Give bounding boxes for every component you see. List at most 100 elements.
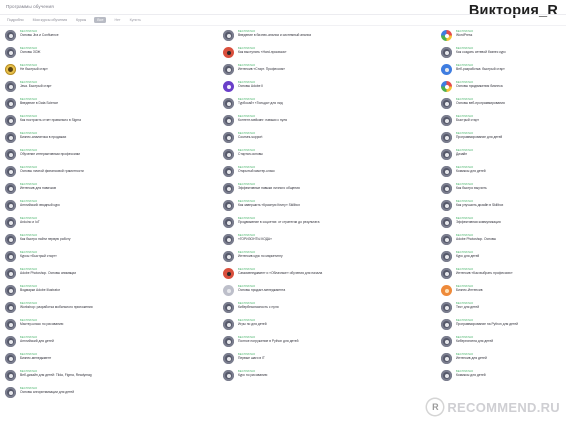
course-item[interactable]: БЕСПЛАТНО Как быстро найти первую работу (5, 232, 175, 249)
course-name[interactable]: Курс для детей (456, 254, 566, 258)
course-item[interactable]: БЕСПЛАТНО Как построить отчет правильно в… (5, 113, 175, 130)
course-item[interactable]: БЕСПЛАТНО Как выступать «Hard-прокачка» (223, 45, 393, 62)
course-name[interactable]: Английский для детей (20, 339, 170, 343)
course-name[interactable]: Быстрый старт (456, 118, 566, 122)
course-name[interactable]: Стартап-основы (238, 152, 388, 156)
course-item[interactable]: БЕСПЛАТНО Полное погружение в Python для … (223, 334, 393, 351)
course-item[interactable]: БЕСПЛАТНО Открытый мастер-класс (223, 164, 393, 181)
course-name[interactable]: Основы продакт-менеджмента (238, 288, 388, 292)
course-item[interactable]: БЕСПЛАТНО Курсы «Быстрый старт» (5, 249, 175, 266)
course-name[interactable]: Игры по для детей (238, 322, 388, 326)
course-name[interactable]: Турбосайт «Тильда» для лид (238, 101, 388, 105)
course-name[interactable]: Как построить отчет правильно в Sigma (20, 118, 170, 122)
course-item[interactable]: БЕСПЛАТНО Интенсив курс по маркетингу (223, 249, 393, 266)
course-item[interactable]: БЕСПЛАТНО Программирование для детей (441, 130, 566, 147)
course-name[interactable]: «ГОРИЗОНТЫ КОДА» (238, 237, 388, 241)
course-item[interactable]: БЕСПЛАТНО Java. Быстрый старт (5, 79, 175, 96)
course-name[interactable]: Введение в Data Science (20, 101, 170, 105)
course-item[interactable]: БЕСПЛАТНО Adobe Photoshop. Основы (441, 232, 566, 249)
course-item[interactable]: БЕСПЛАТНО Контент-мейкинг: навыки с нуля (223, 113, 393, 130)
course-name[interactable]: Открытый мастер-класс (238, 169, 388, 173)
course-item[interactable]: БЕСПЛАТНО Тест для детей (441, 300, 566, 317)
course-item[interactable]: БЕСПЛАТНО Английский для детей (5, 334, 175, 351)
course-item[interactable]: БЕСПЛАТНО Самоменеджмент и «Облачные» обу… (223, 266, 393, 283)
course-item[interactable]: БЕСПЛАТНО Комиксы для детей (441, 164, 566, 181)
course-item[interactable]: БЕСПЛАТНО Программирование на Python для … (441, 317, 566, 334)
course-item[interactable]: БЕСПЛАТНО Мастер-класс по рисованию (5, 317, 175, 334)
course-item[interactable]: БЕСПЛАТНО Основы Adobe II (223, 79, 393, 96)
course-name[interactable]: Интенсив для новичков (20, 186, 170, 190)
course-name[interactable]: Основы веб-программирования (456, 101, 566, 105)
course-name[interactable]: Первые шаги в IT (238, 356, 388, 360)
course-item[interactable]: БЕСПЛАТНО Бизнес-Интенсив (441, 283, 566, 300)
course-name[interactable]: Основы ЗОЖ (20, 50, 170, 54)
course-item[interactable]: БЕСПЛАТНО Первые шаги в IT (223, 351, 393, 368)
course-item[interactable]: БЕСПЛАТНО Основы личной финансовой грамот… (5, 164, 175, 181)
course-item[interactable]: БЕСПЛАТНО Интенсив «Старт. Профессия» (223, 62, 393, 79)
course-item[interactable]: БЕСПЛАТНО Основы продвижения бизнеса (441, 79, 566, 96)
course-item[interactable]: БЕСПЛАТНО Интенсив для новичков (5, 181, 175, 198)
course-item[interactable]: БЕСПЛАТНО Courses-support (223, 130, 393, 147)
course-name[interactable]: Эффективные навыки личного общения (238, 186, 388, 190)
course-item[interactable]: БЕСПЛАТНО Как создать сетевой бизнес курс (441, 45, 566, 62)
course-item[interactable]: БЕСПЛАТНО Основы Jira и Confluence (5, 28, 175, 45)
course-item[interactable]: БЕСПЛАТНО Бизнес-менеджмент (5, 351, 175, 368)
course-name[interactable]: Курс по рисованию (238, 373, 388, 377)
filter-tab[interactable]: Подробно (6, 17, 25, 23)
course-item[interactable]: БЕСПЛАТНО Курс по рисованию (223, 368, 393, 385)
course-item[interactable]: БЕСПЛАТНО Как завершить «Красную Книгу» S… (223, 198, 393, 215)
course-item[interactable]: БЕСПЛАТНО Веб-разработка: быстрый старт (441, 62, 566, 79)
course-item[interactable]: БЕСПЛАТНО Не быстрый старт (5, 62, 175, 79)
course-name[interactable]: Как создать сетевой бизнес курс (456, 50, 566, 54)
course-name[interactable]: Дизайн (456, 152, 566, 156)
course-item[interactable]: БЕСПЛАТНО Комиксы для детей (441, 368, 566, 385)
course-item[interactable]: БЕСПЛАТНО Дизайн (441, 147, 566, 164)
filter-tab[interactable]: Купить (129, 17, 142, 23)
course-item[interactable]: БЕСПЛАТНО Adobe Photoshop. Основы анимаци… (5, 266, 175, 283)
course-name[interactable]: Adobe Photoshop. Основы анимации (20, 271, 170, 275)
course-item[interactable]: БЕСПЛАТНО Введение в бизнес-анализ и сист… (223, 28, 393, 45)
course-name[interactable]: Тест для детей (456, 305, 566, 309)
course-item[interactable]: БЕСПЛАТНО Стартап-основы (223, 147, 393, 164)
course-item[interactable]: БЕСПЛАТНО Введение в Data Science (5, 96, 175, 113)
course-name[interactable]: Arduino и IoT (20, 220, 170, 224)
course-name[interactable]: Полное погружение в Python для детей (238, 339, 388, 343)
course-name[interactable]: Интенсив для детей (456, 356, 566, 360)
course-name[interactable]: Adobe Photoshop. Основы (456, 237, 566, 241)
course-name[interactable]: Веб-разработка: быстрый старт (456, 67, 566, 71)
course-name[interactable]: Бизнес-аналитика в продажах (20, 135, 170, 139)
course-name[interactable]: Кибергигиена для детей (456, 339, 566, 343)
course-name[interactable]: Программирование на Python для детей (456, 322, 566, 326)
course-name[interactable]: Бизнес-Интенсив (456, 288, 566, 292)
course-name[interactable]: Английский: вводный курс (20, 203, 170, 207)
course-item[interactable]: БЕСПЛАТНО Интенсив для детей (441, 351, 566, 368)
course-item[interactable]: БЕСПЛАТНО Arduino и IoT (5, 215, 175, 232)
course-name[interactable]: Основы Jira и Confluence (20, 33, 170, 37)
course-item[interactable]: БЕСПЛАТНО WordPress (441, 28, 566, 45)
course-item[interactable]: БЕСПЛАТНО Водмарки Adobe Illustrator (5, 283, 175, 300)
course-item[interactable]: БЕСПЛАТНО Обучение интерактивным професси… (5, 147, 175, 164)
course-name[interactable]: Как быстро выучить (456, 186, 566, 190)
course-item[interactable]: БЕСПЛАТНО Эффективная коммуникация (441, 215, 566, 232)
filter-tab[interactable]: Мои курсы обучения (32, 17, 68, 23)
course-item[interactable]: БЕСПЛАТНО Основы ЗОЖ (5, 45, 175, 62)
course-item[interactable]: БЕСПЛАТНО Эффективные навыки личного обще… (223, 181, 393, 198)
course-item[interactable]: БЕСПЛАТНО «ГОРИЗОНТЫ КОДА» (223, 232, 393, 249)
course-name[interactable]: Основы Adobe II (238, 84, 388, 88)
course-name[interactable]: Основы продвижения бизнеса (456, 84, 566, 88)
course-item[interactable]: БЕСПЛАТНО Основы продакт-менеджмента (223, 283, 393, 300)
course-name[interactable]: Курсы «Быстрый старт» (20, 254, 170, 258)
course-name[interactable]: Введение в бизнес-анализ и системный ана… (238, 33, 388, 37)
course-item[interactable]: БЕСПЛАТНО Основы веб-программирования (441, 96, 566, 113)
course-name[interactable]: Как быстро найти первую работу (20, 237, 170, 241)
course-item[interactable]: БЕСПЛАТНО Кибергигиена для детей (441, 334, 566, 351)
course-item[interactable]: БЕСПЛАТНО Веб-дизайн для детей: Tilda, Fi… (5, 368, 175, 385)
course-item[interactable]: БЕСПЛАТНО Продвижение в соцсетях: от стра… (223, 215, 393, 232)
course-item[interactable]: БЕСПЛАТНО Как быстро выучить (441, 181, 566, 198)
course-name[interactable]: Courses-support (238, 135, 388, 139)
course-name[interactable]: Эффективная коммуникация (456, 220, 566, 224)
course-item[interactable]: БЕСПЛАТНО Как улучшить дизайн в Skillbox (441, 198, 566, 215)
course-name[interactable]: Обучение интерактивным профессиям (20, 152, 170, 156)
course-name[interactable]: Интенсив «Как выбрать профессию» (456, 271, 566, 275)
course-name[interactable]: Мастер-класс по рисованию (20, 322, 170, 326)
